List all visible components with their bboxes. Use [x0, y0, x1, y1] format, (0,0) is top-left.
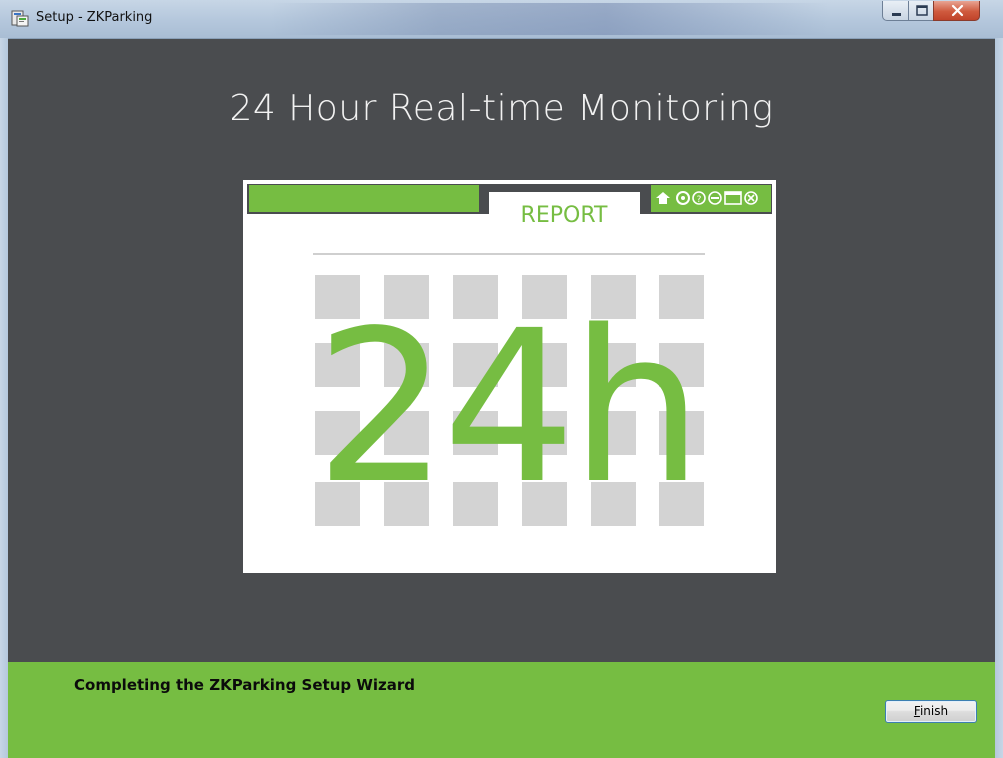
- svg-text:?: ?: [697, 195, 702, 205]
- report-green-bar: [249, 185, 479, 212]
- maximize-button[interactable]: [908, 1, 934, 21]
- close-button[interactable]: [933, 1, 980, 21]
- wizard-completion-title: Completing the ZKParking Setup Wizard: [74, 676, 416, 694]
- minimize-icon: [892, 13, 901, 16]
- title-bar[interactable]: Setup - ZKParking: [0, 0, 1003, 39]
- report-tab-label: REPORT: [521, 203, 608, 228]
- setup-app-icon: [11, 10, 29, 27]
- finish-label: inish: [919, 704, 949, 718]
- report-illustration: REPORT ? 24h: [243, 180, 776, 573]
- window-title: Setup - ZKParking: [36, 10, 153, 25]
- report-divider: [313, 253, 705, 255]
- minimize-button[interactable]: [882, 1, 909, 21]
- window-frame-left: [0, 38, 8, 758]
- maximize-icon: [916, 5, 928, 16]
- close-icon: [951, 4, 964, 17]
- finish-button[interactable]: Finish: [885, 700, 977, 723]
- banner-headline: 24 Hour Real-time Monitoring: [229, 88, 774, 129]
- title-bar-background: [270, 3, 830, 35]
- window-frame-right: [995, 38, 1003, 758]
- big-24h-text: 24h: [315, 285, 697, 530]
